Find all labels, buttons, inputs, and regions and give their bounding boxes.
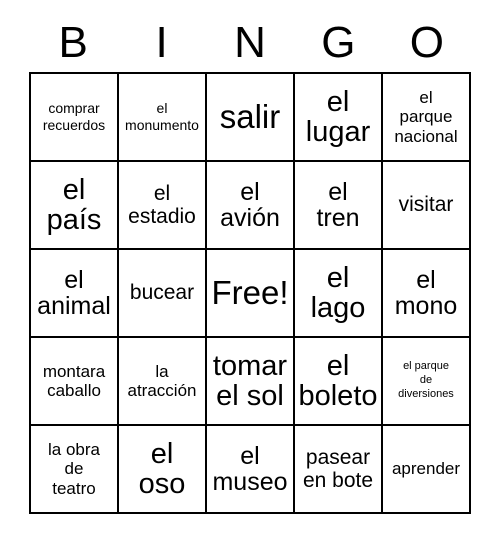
bingo-cell[interactable]: el país xyxy=(31,162,119,250)
bingo-cell-label: la obra de teatro xyxy=(48,440,100,498)
bingo-cell[interactable]: aprender xyxy=(383,426,471,514)
bingo-cell[interactable]: el oso xyxy=(119,426,207,514)
bingo-cell-label: bucear xyxy=(129,281,195,305)
bingo-free-label: Free! xyxy=(211,274,289,312)
bingo-row: la obra de teatro el oso el museo pasear… xyxy=(31,426,471,514)
bingo-cell[interactable]: pasear en bote xyxy=(295,426,383,514)
bingo-cell[interactable]: la atracción xyxy=(119,338,207,426)
bingo-cell-label: el monumento xyxy=(125,100,199,133)
header-letter-b: B xyxy=(58,18,88,67)
bingo-cell-label: comprar recuerdos xyxy=(42,100,106,133)
bingo-cell-label: el lago xyxy=(310,261,366,324)
bingo-cell-label: visitar xyxy=(398,193,454,217)
bingo-cell-label: aprender xyxy=(391,459,461,479)
bingo-cell-label: el avión xyxy=(220,177,280,232)
bingo-cell-label: el museo xyxy=(212,441,288,496)
bingo-card: B I N G O comprar recuerdos el monumento… xyxy=(29,14,471,514)
bingo-row: el animal bucear Free! el lago el mono xyxy=(31,250,471,338)
bingo-row: comprar recuerdos el monumento salir el … xyxy=(31,74,471,162)
bingo-cell[interactable]: el tren xyxy=(295,162,383,250)
bingo-cell[interactable]: el lugar xyxy=(295,74,383,162)
bingo-cell[interactable]: el animal xyxy=(31,250,119,338)
bingo-cell[interactable]: visitar xyxy=(383,162,471,250)
bingo-cell[interactable]: salir xyxy=(207,74,295,162)
bingo-cell[interactable]: tomar el sol xyxy=(207,338,295,426)
bingo-cell-label: salir xyxy=(219,98,281,136)
bingo-cell-label: el boleto xyxy=(298,349,378,412)
bingo-cell[interactable]: el monumento xyxy=(119,74,207,162)
bingo-cell[interactable]: el museo xyxy=(207,426,295,514)
bingo-row: montara caballo la atracción tomar el so… xyxy=(31,338,471,426)
bingo-cell[interactable]: la obra de teatro xyxy=(31,426,119,514)
bingo-cell[interactable]: el parque de diversiones xyxy=(383,338,471,426)
bingo-cell[interactable]: montara caballo xyxy=(31,338,119,426)
bingo-cell[interactable]: el estadio xyxy=(119,162,207,250)
header-letter-i: I xyxy=(155,18,168,67)
bingo-cell-label: montara caballo xyxy=(42,361,106,400)
bingo-header: B I N G O xyxy=(29,14,471,72)
bingo-cell-label: pasear en bote xyxy=(302,445,374,492)
bingo-cell-label: el lugar xyxy=(305,85,371,148)
bingo-cell-label: el animal xyxy=(37,265,111,320)
bingo-cell[interactable]: comprar recuerdos xyxy=(31,74,119,162)
bingo-cell[interactable]: el boleto xyxy=(295,338,383,426)
bingo-grid: comprar recuerdos el monumento salir el … xyxy=(29,72,471,514)
bingo-cell[interactable]: el mono xyxy=(383,250,471,338)
bingo-cell-label: el parque nacional xyxy=(394,88,458,146)
bingo-cell-label: el oso xyxy=(138,437,186,500)
bingo-cell[interactable]: el lago xyxy=(295,250,383,338)
header-letter-g: G xyxy=(321,18,356,67)
bingo-cell-label: el estadio xyxy=(128,181,196,228)
header-letter-n: N xyxy=(234,18,266,67)
bingo-cell-label: el tren xyxy=(316,177,360,232)
bingo-cell[interactable]: el parque nacional xyxy=(383,74,471,162)
header-letter-o: O xyxy=(409,18,444,67)
bingo-cell-free[interactable]: Free! xyxy=(207,250,295,338)
bingo-cell-label: tomar el sol xyxy=(212,349,288,412)
bingo-cell[interactable]: el avión xyxy=(207,162,295,250)
bingo-cell-label: el país xyxy=(46,173,102,236)
bingo-cell[interactable]: bucear xyxy=(119,250,207,338)
bingo-row: el país el estadio el avión el tren visi… xyxy=(31,162,471,250)
bingo-cell-label: el parque de diversiones xyxy=(398,360,454,400)
bingo-cell-label: la atracción xyxy=(127,361,197,400)
bingo-cell-label: el mono xyxy=(394,265,458,320)
